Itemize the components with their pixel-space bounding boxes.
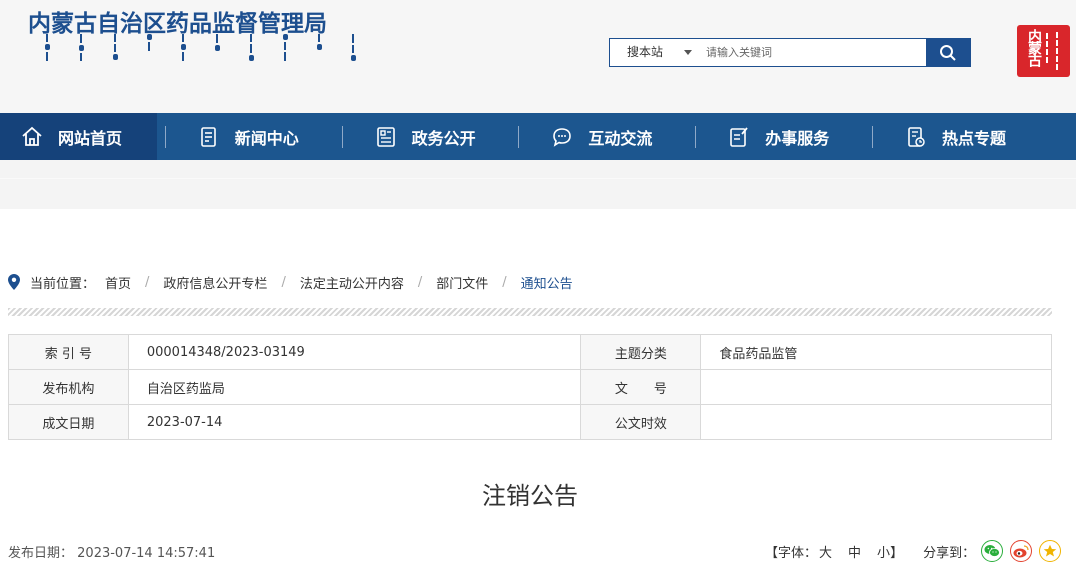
seal-text: 内蒙古: [1026, 29, 1042, 65]
nav-item-news[interactable]: 新闻中心: [157, 113, 334, 160]
nav-item-services[interactable]: 办事服务: [687, 113, 864, 160]
meta-value: 食品药品监管: [700, 334, 1052, 370]
publish-date-value: 2023-07-14 14:57:41: [77, 546, 216, 561]
publish-date-label: 发布日期：: [8, 546, 74, 561]
nav-divider: [341, 126, 343, 148]
wechat-icon: [984, 545, 1000, 557]
meta-label: 发布机构: [8, 369, 129, 405]
font-size-close: 】: [890, 545, 904, 561]
main-nav: 网站首页 新闻中心 政务公开 互动交流 办事服务 热点专题: [0, 113, 1076, 160]
seal-logo: 内蒙古: [1017, 25, 1070, 77]
meta-label: 主题分类: [580, 334, 702, 370]
location-pin-icon: [8, 274, 20, 290]
font-size-large-button[interactable]: 大: [819, 542, 832, 561]
list-document-icon: [376, 126, 395, 147]
chevron-down-icon[interactable]: [684, 50, 692, 55]
breadcrumb-separator: /: [417, 274, 423, 290]
nav-item-interaction[interactable]: 互动交流: [510, 113, 687, 160]
nav-divider: [871, 126, 873, 148]
nav-label: 热点专题: [941, 128, 1006, 148]
search-box: 搜本站: [609, 38, 971, 67]
search-button[interactable]: [926, 39, 970, 66]
breadcrumb-item-department-docs[interactable]: 部门文件: [436, 273, 488, 292]
nav-divider: [164, 126, 166, 148]
weibo-icon: [1013, 545, 1029, 558]
meta-label: 公文时效: [580, 404, 702, 440]
nav-label: 网站首页: [58, 128, 123, 148]
breadcrumb-separator: /: [502, 274, 507, 290]
publish-date: 发布日期： 2023-07-14 14:57:41: [8, 542, 215, 561]
document-meta-table: 索 引 号 000014348/2023-03149 主题分类 食品药品监管 发…: [8, 334, 1052, 440]
star-icon: [1043, 544, 1057, 557]
hatched-divider: [8, 308, 1052, 316]
font-size-medium-button[interactable]: 中: [848, 542, 861, 561]
nav-label: 互动交流: [588, 128, 653, 148]
wechat-share-button[interactable]: [981, 540, 1004, 562]
breadcrumb: 当前位置： 首页 / 政府信息公开专栏 / 法定主动公开内容 / 部门文件 / …: [8, 272, 573, 292]
meta-value: 000014348/2023-03149: [127, 334, 582, 370]
meta-value: 2023-07-14: [127, 404, 582, 440]
weibo-share-button[interactable]: [1010, 540, 1033, 562]
edit-document-icon: [730, 126, 748, 147]
breadcrumb-item-notices[interactable]: 通知公告: [521, 273, 573, 292]
mongolian-title-logo: [30, 33, 370, 62]
font-size-label: 【字体：: [765, 545, 818, 561]
nav-label: 新闻中心: [234, 128, 299, 148]
site-header: 内蒙古自治区药品监督管理局 搜本站 内蒙古: [0, 0, 1076, 113]
meta-label: 文 号: [580, 369, 702, 405]
article-title: 注销公告: [482, 482, 578, 510]
meta-label: 索 引 号: [8, 334, 129, 370]
meta-value: [700, 369, 1052, 405]
favorite-share-button[interactable]: [1039, 540, 1062, 562]
nav-divider: [518, 126, 520, 148]
nav-item-home[interactable]: 网站首页: [0, 113, 157, 160]
meta-row: 索 引 号 000014348/2023-03149 主题分类 食品药品监管: [8, 334, 1052, 370]
banner-divider: [0, 178, 1076, 179]
breadcrumb-item-statutory-content[interactable]: 法定主动公开内容: [300, 273, 404, 292]
nav-label: 政务公开: [411, 128, 476, 148]
document-icon: [200, 126, 216, 147]
search-input[interactable]: [706, 42, 921, 63]
breadcrumb-item-home[interactable]: 首页: [105, 273, 131, 292]
banner-strip: [0, 160, 1076, 209]
nav-divider: [695, 126, 697, 148]
meta-row: 发布机构 自治区药监局 文 号: [8, 369, 1052, 405]
meta-value: [700, 404, 1052, 440]
meta-label: 成文日期: [8, 404, 129, 440]
nav-item-government-affairs[interactable]: 政务公开: [334, 113, 511, 160]
home-icon: [22, 126, 42, 146]
nav-item-hot-topics[interactable]: 热点专题: [864, 113, 1076, 160]
breadcrumb-separator: /: [281, 274, 286, 290]
font-size-small-button[interactable]: 小: [877, 542, 890, 561]
meta-row: 成文日期 2023-07-14 公文时效: [8, 404, 1052, 440]
share-label: 分享到：: [923, 545, 976, 561]
article-tools: 【字体： 大 中 小 】 分享到：: [765, 540, 1062, 562]
chat-bubble-icon: [553, 127, 572, 147]
breadcrumb-item-info-disclosure[interactable]: 政府信息公开专栏: [163, 273, 267, 292]
clock-document-icon: [908, 126, 925, 147]
breadcrumb-prefix: 当前位置：: [30, 276, 96, 292]
search-icon: [940, 44, 956, 61]
meta-value: 自治区药监局: [127, 369, 582, 405]
breadcrumb-separator: /: [145, 274, 150, 290]
nav-label: 办事服务: [765, 128, 830, 148]
